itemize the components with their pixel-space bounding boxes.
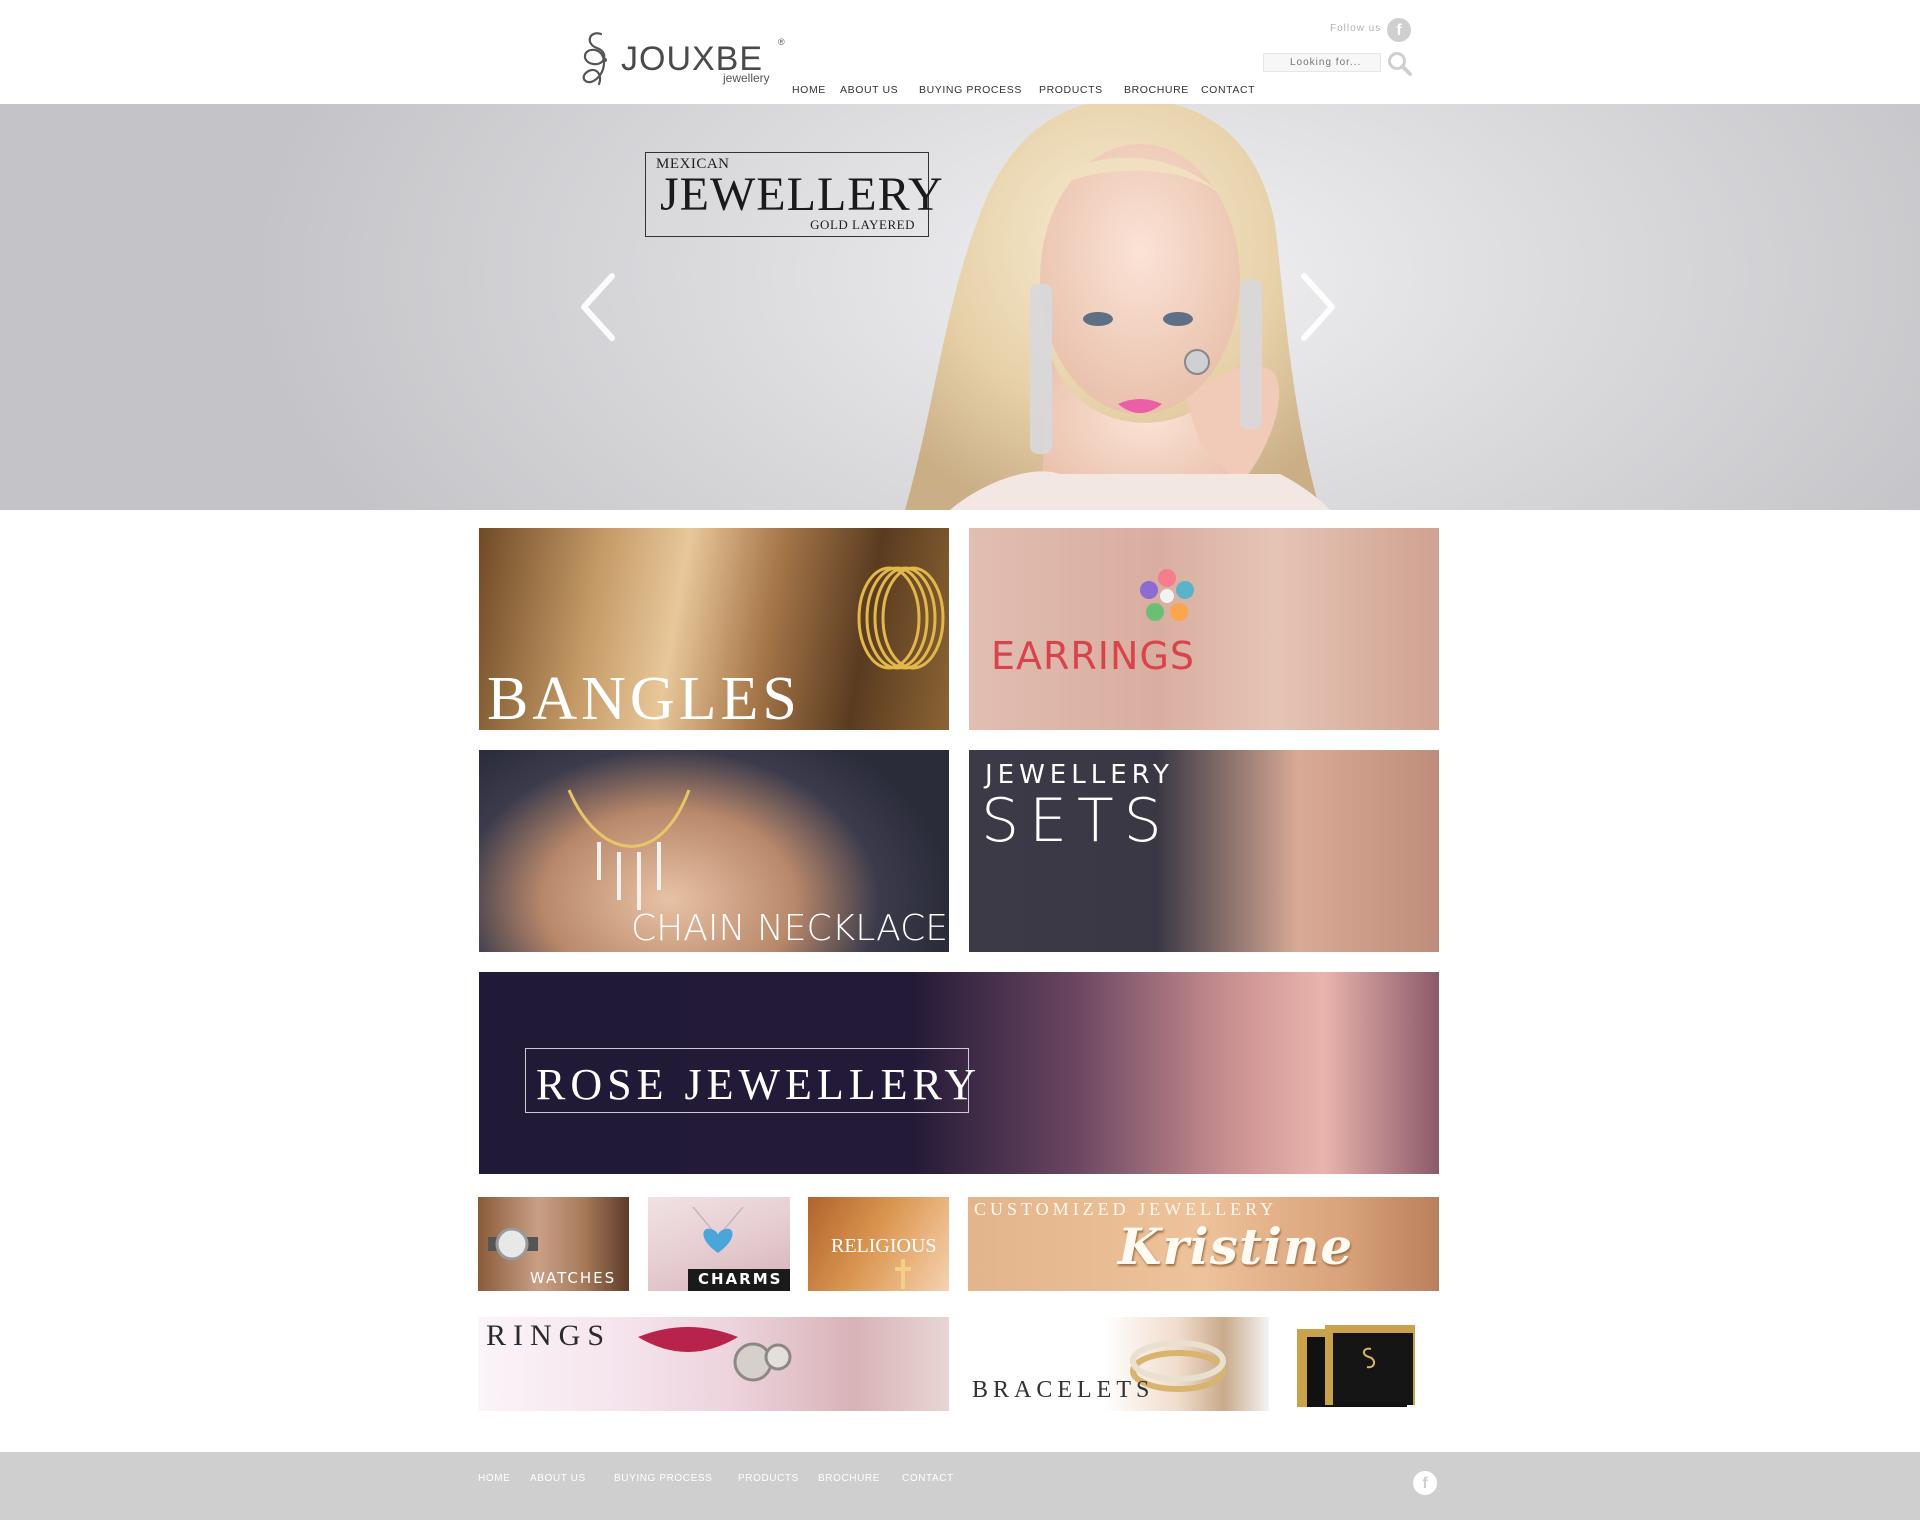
tile-religious-label: RELIGIOUS bbox=[831, 1235, 937, 1257]
nav-products[interactable]: PRODUCTS bbox=[1039, 84, 1103, 96]
hero-badge: MEXICAN JEWELLERY GOLD LAYERED bbox=[645, 152, 943, 237]
brochure-booklets-image bbox=[1297, 1325, 1415, 1407]
nav-brochure[interactable]: BROCHURE bbox=[1124, 84, 1189, 96]
tile-brochure[interactable] bbox=[1285, 1317, 1440, 1411]
search-input[interactable] bbox=[1263, 53, 1381, 72]
lips-and-ring-image bbox=[638, 1327, 792, 1382]
hero-model-image bbox=[905, 104, 1330, 510]
nav-about-us[interactable]: ABOUT US bbox=[840, 84, 898, 96]
tile-charms[interactable]: CHARMS bbox=[648, 1197, 790, 1291]
tile-rings[interactable]: RINGS bbox=[478, 1317, 949, 1411]
brand-logo[interactable]: JOUXBE ® jewellery bbox=[575, 26, 785, 92]
facebook-icon[interactable]: f bbox=[1387, 18, 1411, 42]
tile-religious[interactable]: RELIGIOUS bbox=[808, 1197, 949, 1291]
tile-jewellery-sets[interactable]: JEWELLERY SETS bbox=[969, 750, 1439, 952]
tile-sets-label-line2: SETS bbox=[981, 786, 1172, 856]
tile-chain-necklaces[interactable]: CHAIN NECKLACES bbox=[479, 750, 949, 952]
rose-jewellery-frame: ROSE JEWELLERY bbox=[525, 1048, 976, 1113]
chevron-left-icon[interactable] bbox=[576, 272, 620, 342]
site-header: JOUXBE ® jewellery Follow us f HOME ABOU… bbox=[0, 0, 1920, 104]
hero-badge-bottom-text: GOLD LAYERED bbox=[810, 217, 915, 232]
cross-pendant-image bbox=[895, 1259, 911, 1289]
hero-slider[interactable]: MEXICAN JEWELLERY GOLD LAYERED bbox=[0, 104, 1920, 510]
tile-bracelets-label: BRACELETS bbox=[972, 1377, 1155, 1403]
logo-monogram-icon bbox=[582, 32, 607, 86]
tile-bracelets[interactable]: BRACELETS bbox=[968, 1317, 1269, 1411]
footer-nav-about-us[interactable]: ABOUT US bbox=[530, 1473, 586, 1484]
nav-buying-process[interactable]: BUYING PROCESS bbox=[919, 84, 1022, 96]
tile-rose-jewellery-label: ROSE JEWELLERY bbox=[536, 1060, 982, 1109]
custom-name-necklace-image: Kristine bbox=[1118, 1217, 1354, 1276]
brand-subtitle: jewellery bbox=[723, 71, 770, 85]
footer-nav-contact[interactable]: CONTACT bbox=[902, 1473, 954, 1484]
tile-bangles[interactable]: BANGLES bbox=[479, 528, 949, 730]
nav-home[interactable]: HOME bbox=[792, 84, 826, 96]
hero-badge-main-text: JEWELLERY bbox=[660, 168, 944, 221]
footer-nav-brochure[interactable]: BROCHURE bbox=[818, 1473, 880, 1484]
tile-earrings[interactable]: EARRINGS bbox=[969, 528, 1439, 730]
tile-rings-label: RINGS bbox=[486, 1319, 612, 1352]
footer-nav-products[interactable]: PRODUCTS bbox=[738, 1473, 799, 1484]
chevron-right-icon[interactable] bbox=[1296, 272, 1340, 342]
tile-chain-necklaces-label: CHAIN NECKLACES bbox=[631, 908, 949, 949]
tile-customized-jewellery[interactable]: CUSTOMIZED JEWELLERY Kristine bbox=[968, 1197, 1439, 1291]
tile-earrings-label: EARRINGS bbox=[991, 634, 1196, 678]
footer-nav-home[interactable]: HOME bbox=[478, 1473, 510, 1484]
follow-us-label: Follow us bbox=[1330, 23, 1382, 34]
tile-charms-label: CHARMS bbox=[698, 1270, 783, 1288]
nav-contact[interactable]: CONTACT bbox=[1201, 84, 1255, 96]
brand-registered-mark: ® bbox=[778, 37, 785, 47]
bangles-image bbox=[857, 566, 945, 670]
tile-bangles-label: BANGLES bbox=[487, 665, 801, 730]
heart-charm-image bbox=[692, 1207, 744, 1253]
tile-watches[interactable]: WATCHES bbox=[478, 1197, 629, 1291]
tile-watches-label: WATCHES bbox=[530, 1269, 617, 1287]
footer-nav-buying-process[interactable]: BUYING PROCESS bbox=[614, 1473, 712, 1484]
tile-rose-jewellery[interactable]: ROSE JEWELLERY bbox=[479, 972, 1439, 1174]
watch-image bbox=[488, 1227, 538, 1261]
site-footer: HOME ABOUT US BUYING PROCESS PRODUCTS BR… bbox=[0, 1452, 1920, 1520]
facebook-icon[interactable]: f bbox=[1413, 1471, 1437, 1495]
search-icon[interactable] bbox=[1387, 51, 1413, 77]
earring-flower-image bbox=[1140, 569, 1194, 621]
